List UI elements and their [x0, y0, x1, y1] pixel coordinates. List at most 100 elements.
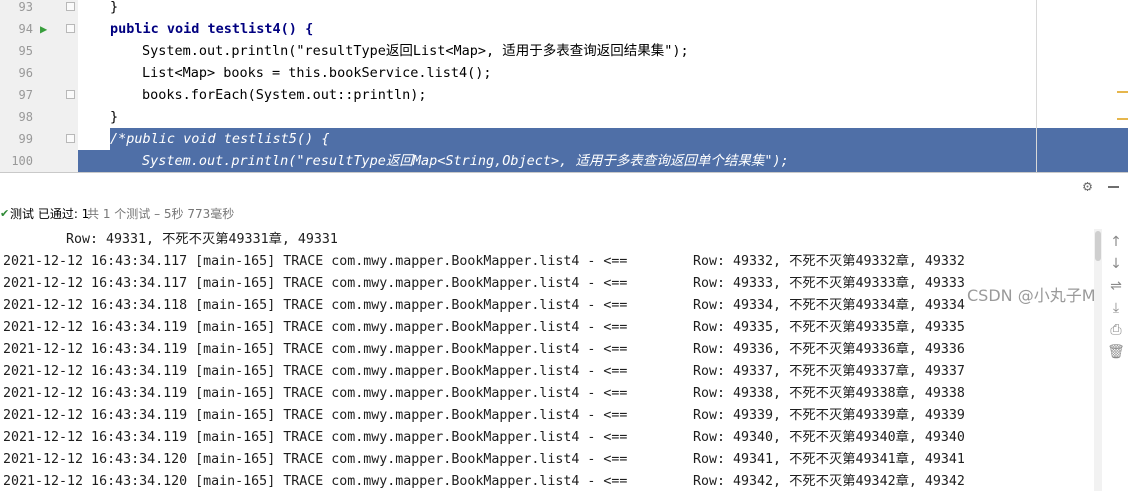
console-line: 2021-12-12 16:43:34.119 [main-165] TRACE… — [3, 405, 1093, 427]
print-icon[interactable]: ⎙ — [1104, 319, 1128, 341]
gutter-line: 95 — [0, 40, 78, 62]
log-row-text: Row: 49335, 不死不灭第49335章, 49335 — [693, 320, 965, 335]
code-line[interactable]: public void testlist4() { — [78, 18, 1128, 40]
line-number: 93 — [18, 0, 33, 14]
log-row-text: Row: 49336, 不死不灭第49336章, 49336 — [693, 342, 965, 357]
code-text: List<Map> books = this.bookService.list4… — [142, 65, 492, 81]
fold-marker-icon[interactable] — [66, 2, 75, 11]
gutter-line: 98 — [0, 106, 78, 128]
log-prefix: [main-165] TRACE com.mwy.mapper.BookMapp… — [195, 254, 628, 269]
arrow-up-icon[interactable]: ↑ — [1104, 231, 1128, 253]
code-text: /*public void testlist5() { — [110, 131, 330, 147]
log-prefix: [main-165] TRACE com.mwy.mapper.BookMapp… — [195, 276, 628, 291]
log-timestamp: 2021-12-12 16:43:34.118 — [3, 298, 188, 313]
log-prefix: [main-165] TRACE com.mwy.mapper.BookMapp… — [195, 298, 628, 313]
console-line: Row: 49331, 不死不灭第49331章, 49331 — [3, 229, 1093, 251]
run-test-icon[interactable]: ▶ — [40, 21, 47, 37]
log-timestamp: 2021-12-12 16:43:34.117 — [3, 254, 188, 269]
watermark: CSDN @小丸子M — [967, 286, 1096, 305]
line-number: 94 — [18, 22, 33, 36]
console-line: 2021-12-12 16:43:34.120 [main-165] TRACE… — [3, 449, 1093, 471]
code-text: } — [110, 0, 119, 15]
console-output[interactable]: Row: 49331, 不死不灭第49331章, 49331 2021-12-1… — [0, 229, 1100, 491]
code-line[interactable]: System.out.println("resultType返回List<Map… — [78, 40, 1128, 62]
log-prefix: [main-165] TRACE com.mwy.mapper.BookMapp… — [195, 408, 628, 423]
log-timestamp: 2021-12-12 16:43:34.120 — [3, 452, 188, 467]
fold-marker-icon[interactable] — [66, 134, 75, 143]
scroll-to-end-icon[interactable]: ⤓ — [1104, 297, 1128, 319]
code-editor[interactable]: 93 94 ▶ 95 96 97 98 99 100 } public void… — [0, 0, 1128, 172]
log-prefix: [main-165] TRACE com.mwy.mapper.BookMapp… — [195, 342, 628, 357]
log-row-text: Row: 49337, 不死不灭第49337章, 49337 — [693, 364, 965, 379]
console-row-text: Row: 49331, 不死不灭第49331章, 49331 — [66, 232, 338, 247]
code-text: System.out.println("resultType返回Map<Stri… — [142, 153, 789, 169]
line-number: 95 — [18, 44, 33, 58]
log-row-text: Row: 49333, 不死不灭第49333章, 49333 — [693, 276, 965, 291]
log-row-text: Row: 49340, 不死不灭第49340章, 49340 — [693, 430, 965, 445]
test-status-detail: 共 1 个测试 – 5秒 773毫秒 — [87, 207, 235, 221]
gutter-line: 97 — [0, 84, 78, 106]
console-side-toolbar: ↑ ↓ ⇌ ⤓ ⎙ 🗑 — [1104, 229, 1128, 491]
gutter-line: 99 — [0, 128, 78, 150]
log-prefix: [main-165] TRACE com.mwy.mapper.BookMapp… — [195, 430, 628, 445]
code-line[interactable]: } — [78, 106, 1128, 128]
fold-marker-icon[interactable] — [66, 24, 75, 33]
soft-wrap-icon[interactable]: ⇌ — [1104, 275, 1128, 297]
editor-gutter: 93 94 ▶ 95 96 97 98 99 100 — [0, 0, 78, 172]
log-timestamp: 2021-12-12 16:43:34.119 — [3, 408, 188, 423]
test-status-bar: ✔ 测试 已通过: 1 共 1 个测试 – 5秒 773毫秒 — [0, 203, 1128, 225]
console-line: 2021-12-12 16:43:34.119 [main-165] TRACE… — [3, 339, 1093, 361]
log-timestamp: 2021-12-12 16:43:34.117 — [3, 276, 188, 291]
log-timestamp: 2021-12-12 16:43:34.119 — [3, 364, 188, 379]
error-stripe-marker[interactable] — [1117, 91, 1128, 93]
log-timestamp: 2021-12-12 16:43:34.119 — [3, 342, 188, 357]
log-row-text: Row: 49341, 不死不灭第49341章, 49341 — [693, 452, 965, 467]
code-text: } — [110, 109, 119, 125]
code-text: books.forEach(System.out::println); — [142, 87, 427, 103]
clear-all-icon[interactable]: 🗑 — [1104, 341, 1128, 363]
gutter-line: 96 — [0, 62, 78, 84]
test-status-label: 测试 已通过: 1 — [10, 207, 90, 221]
console-scrollbar-thumb[interactable] — [1095, 231, 1101, 261]
line-number: 99 — [18, 132, 33, 146]
gear-icon[interactable]: ⚙ — [1083, 177, 1092, 195]
log-prefix: [main-165] TRACE com.mwy.mapper.BookMapp… — [195, 320, 628, 335]
right-margin-guide — [1036, 0, 1037, 172]
run-tool-window: ⚙ ✔ 测试 已通过: 1 共 1 个测试 – 5秒 773毫秒 Row: 49… — [0, 172, 1128, 491]
run-panel-toolbar: ⚙ — [0, 173, 1128, 201]
gutter-line: 93 — [0, 0, 78, 18]
line-number: 98 — [18, 110, 33, 124]
line-number: 100 — [11, 154, 33, 168]
console-line: 2021-12-12 16:43:34.117 [main-165] TRACE… — [3, 273, 1093, 295]
arrow-down-icon[interactable]: ↓ — [1104, 253, 1128, 275]
log-row-text: Row: 49334, 不死不灭第49334章, 49334 — [693, 298, 965, 313]
fold-marker-icon[interactable] — [66, 90, 75, 99]
error-stripe-marker[interactable] — [1117, 118, 1128, 120]
line-number: 97 — [18, 88, 33, 102]
minimize-icon[interactable] — [1108, 186, 1119, 188]
gutter-line: 94 ▶ — [0, 18, 78, 40]
log-prefix: [main-165] TRACE com.mwy.mapper.BookMapp… — [195, 364, 628, 379]
console-line: 2021-12-12 16:43:34.118 [main-165] TRACE… — [3, 295, 1093, 317]
code-line[interactable]: } — [78, 0, 1128, 18]
log-timestamp: 2021-12-12 16:43:34.119 — [3, 320, 188, 335]
log-prefix: [main-165] TRACE com.mwy.mapper.BookMapp… — [195, 452, 628, 467]
log-timestamp: 2021-12-12 16:43:34.119 — [3, 430, 188, 445]
log-row-text: Row: 49339, 不死不灭第49339章, 49339 — [693, 408, 965, 423]
code-text: public void testlist4() { — [110, 21, 314, 37]
console-line: 2021-12-12 16:43:34.119 [main-165] TRACE… — [3, 383, 1093, 405]
log-row-text: Row: 49342, 不死不灭第49342章, 49342 — [693, 474, 965, 489]
console-line: 2021-12-12 16:43:34.120 [main-165] TRACE… — [3, 471, 1093, 491]
code-line-selected[interactable]: System.out.println("resultType返回Map<Stri… — [78, 150, 1128, 172]
log-timestamp: 2021-12-12 16:43:34.119 — [3, 386, 188, 401]
console-scrollbar[interactable] — [1094, 229, 1102, 491]
log-row-text: Row: 49338, 不死不灭第49338章, 49338 — [693, 386, 965, 401]
console-line: 2021-12-12 16:43:34.119 [main-165] TRACE… — [3, 427, 1093, 449]
code-line[interactable]: books.forEach(System.out::println); — [78, 84, 1128, 106]
test-passed-icon: ✔ — [0, 207, 10, 220]
console-line: 2021-12-12 16:43:34.117 [main-165] TRACE… — [3, 251, 1093, 273]
console-line: 2021-12-12 16:43:34.119 [main-165] TRACE… — [3, 361, 1093, 383]
log-timestamp: 2021-12-12 16:43:34.120 — [3, 474, 188, 489]
code-line[interactable]: List<Map> books = this.bookService.list4… — [78, 62, 1128, 84]
code-line-selected[interactable]: /*public void testlist5() { — [78, 128, 1128, 150]
